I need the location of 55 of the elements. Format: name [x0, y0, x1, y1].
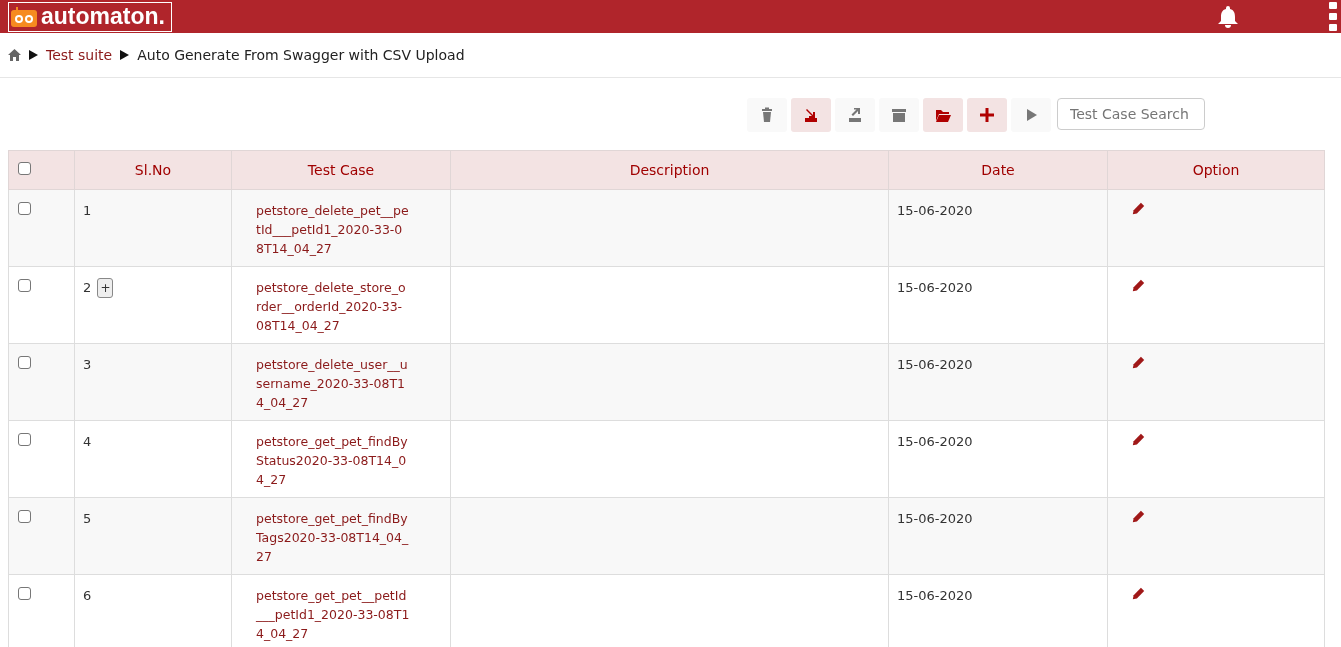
row-checkbox[interactable] [18, 510, 31, 523]
trash-icon [759, 107, 775, 123]
breadcrumb-current: Auto Generate From Swagger with CSV Upload [137, 47, 465, 63]
breadcrumb-arrow-icon [29, 50, 38, 60]
breadcrumb-arrow-icon [120, 50, 130, 60]
row-checkbox[interactable] [18, 587, 31, 600]
search-field[interactable]: Test Case Search [1057, 98, 1205, 130]
app-logo[interactable]: automaton. [8, 1, 172, 32]
select-all-checkbox[interactable] [18, 162, 31, 175]
serial-number: 5 [83, 511, 92, 526]
pencil-icon[interactable] [1132, 202, 1145, 215]
serial-number: 4 [83, 434, 92, 449]
toolbar-button[interactable] [747, 98, 787, 132]
serial-number: 2 [83, 280, 92, 295]
more-menu-icon[interactable] [1329, 1, 1337, 32]
notification-bell-icon[interactable] [1217, 4, 1239, 29]
home-icon[interactable] [8, 49, 21, 61]
plus-icon [979, 107, 995, 123]
column-header: Description [450, 150, 889, 190]
row-checkbox[interactable] [18, 279, 31, 292]
pencil-icon[interactable] [1132, 587, 1145, 600]
pencil-icon[interactable] [1132, 433, 1145, 446]
column-header: Test Case [231, 150, 451, 190]
upload-arrow-icon [847, 107, 863, 123]
date-text: 15-06-2020 [897, 357, 973, 372]
robot-face-icon [11, 6, 37, 27]
row-checkbox[interactable] [18, 433, 31, 446]
pencil-icon[interactable] [1132, 279, 1145, 292]
pencil-icon[interactable] [1132, 510, 1145, 523]
logo-text: automaton. [41, 3, 165, 30]
column-header: Sl.No [74, 150, 232, 190]
breadcrumb-link[interactable]: Test suite [46, 47, 113, 63]
date-text: 15-06-2020 [897, 434, 973, 449]
toolbar-button[interactable] [879, 98, 919, 132]
expand-button[interactable]: + [97, 278, 114, 298]
archive-box-icon [891, 107, 907, 123]
folder-icon [935, 107, 951, 123]
toolbar-button[interactable] [835, 98, 875, 132]
date-text: 15-06-2020 [897, 511, 973, 526]
download-arrow-icon [803, 107, 819, 123]
date-text: 15-06-2020 [897, 588, 973, 603]
toolbar-button[interactable] [967, 98, 1007, 132]
date-text: 15-06-2020 [897, 280, 973, 295]
row-checkbox[interactable] [18, 202, 31, 215]
column-header: Option [1107, 150, 1325, 190]
toolbar-button[interactable] [791, 98, 831, 132]
row-checkbox[interactable] [18, 356, 31, 369]
pencil-icon[interactable] [1132, 356, 1145, 369]
date-text: 15-06-2020 [897, 203, 973, 218]
toolbar-button[interactable] [1011, 98, 1051, 132]
column-header: Date [888, 150, 1108, 190]
serial-number: 1 [83, 203, 92, 218]
serial-number: 3 [83, 357, 92, 372]
toolbar-button[interactable] [923, 98, 963, 132]
serial-number: 6 [83, 588, 92, 603]
